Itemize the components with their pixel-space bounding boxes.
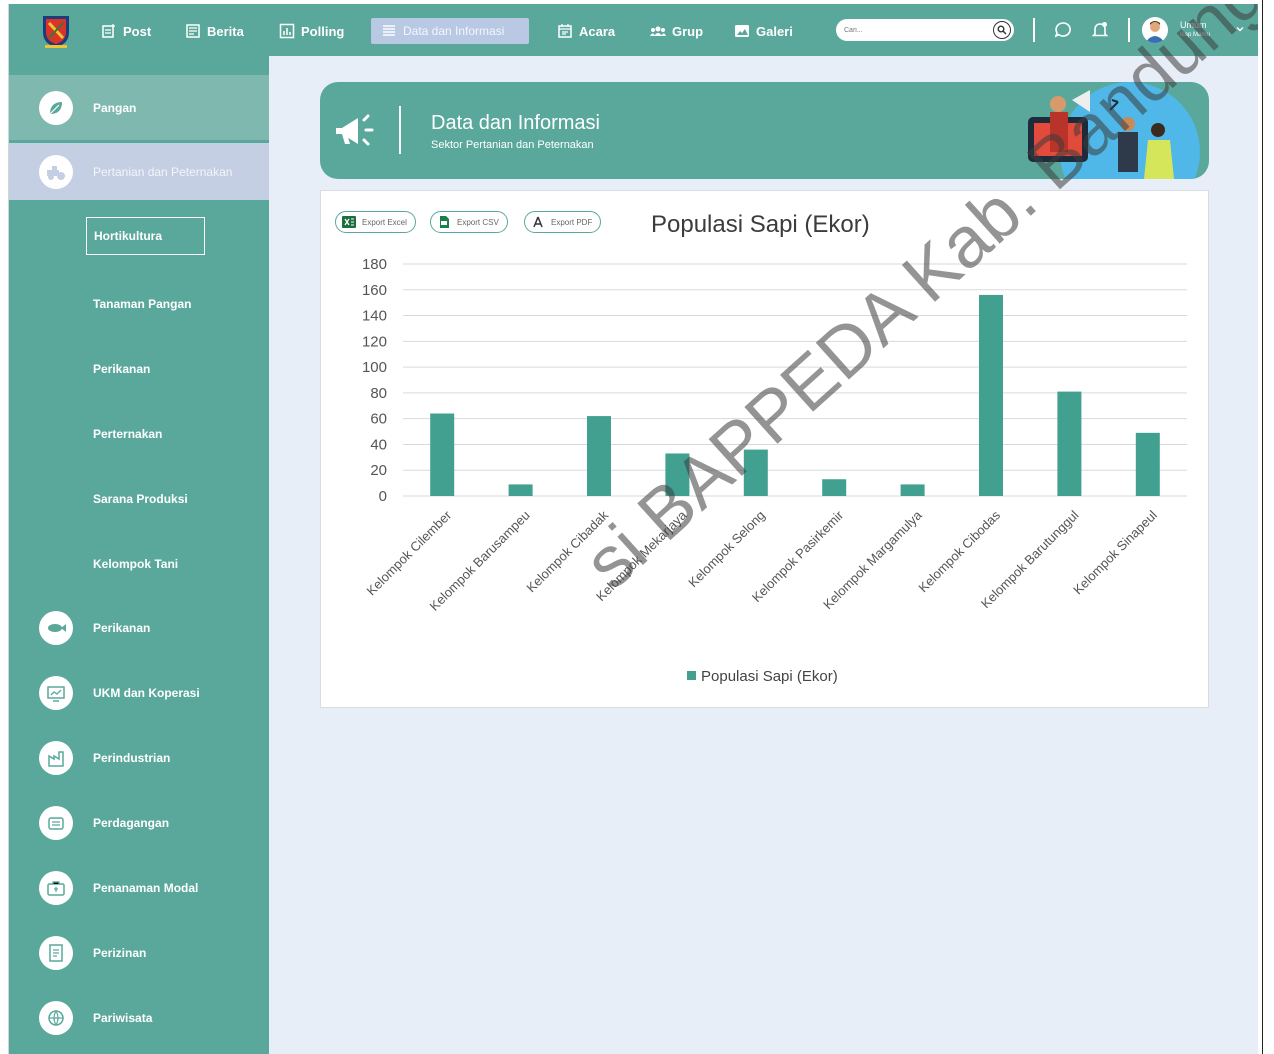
nav-berita[interactable]: Berita [185, 18, 244, 44]
page-title: Data dan Informasi [431, 112, 600, 134]
leaf-icon [39, 90, 73, 125]
nav-label: Polling [301, 23, 345, 39]
sidebar-item-label: Perikanan [93, 620, 151, 635]
nav-post[interactable]: Post [101, 18, 151, 44]
sidebar-item-label: Penanaman Modal [93, 880, 199, 895]
nav-label: Post [123, 23, 152, 39]
y-tick-label: 160 [362, 282, 387, 299]
x-tick-label: Kelompok Cilember [364, 507, 455, 598]
nav-label: Acara [579, 23, 616, 39]
y-tick-label: 0 [379, 488, 387, 505]
subitem-label: Kelompok Tani [93, 557, 179, 571]
subitem-label: Hortikultura [94, 229, 163, 243]
search-button[interactable] [993, 21, 1011, 39]
chat-icon[interactable] [1053, 20, 1073, 40]
fish-icon [39, 610, 73, 645]
sidebar-item-perikanan[interactable]: Perikanan [9, 595, 269, 660]
sidebar-item-label: Pariwisata [93, 1010, 153, 1025]
sidebar-item-label: Pangan [93, 100, 137, 115]
y-tick-label: 180 [362, 256, 387, 273]
bar [822, 479, 847, 496]
sidebar-item-perindustrian[interactable]: Perindustrian [9, 725, 269, 790]
window-edge [1262, 0, 1274, 1054]
y-tick-label: 140 [362, 308, 387, 325]
nav-label: Galeri [756, 23, 793, 39]
sidebar-item-label: Perdagangan [93, 815, 170, 830]
subitem-perikanan[interactable]: Perikanan [93, 362, 150, 376]
permit-icon [39, 935, 73, 970]
divider [1033, 18, 1035, 42]
sidebar-item-perizinan[interactable]: Perizinan [9, 920, 269, 985]
y-tick-label: 20 [370, 462, 387, 479]
y-tick-label: 100 [362, 359, 387, 376]
y-tick-label: 80 [370, 385, 387, 402]
x-tick-label: Kelompok Cibodas [915, 507, 1003, 595]
nav-label: Berita [207, 23, 244, 39]
group-icon [650, 26, 666, 36]
regency-logo-icon[interactable] [41, 14, 71, 48]
factory-icon [39, 740, 73, 775]
sidebar-item-pertanian[interactable]: Pertanian dan Peternakan [9, 143, 269, 200]
sidebar: Pangan Pertanian dan Peternakan Hortikul… [9, 56, 269, 1054]
nav-grup[interactable]: Grup [650, 18, 703, 44]
sidebar-item-label: UKM dan Koperasi [93, 685, 200, 700]
nav-label: Data dan Informasi [403, 24, 505, 38]
nav-label: Grup [672, 23, 704, 39]
search-box[interactable] [836, 19, 1014, 41]
subitem-hortikultura[interactable]: Hortikultura [86, 217, 205, 255]
poll-icon [279, 23, 295, 39]
farm-icon [39, 154, 73, 189]
post-icon [102, 24, 115, 38]
calendar-icon [558, 24, 572, 38]
bar [587, 416, 611, 496]
nav-acara[interactable]: Acara [557, 18, 615, 44]
sidebar-item-perdagangan[interactable]: Perdagangan [9, 790, 269, 855]
news-icon [186, 24, 200, 38]
investment-icon [39, 870, 73, 905]
subitem-sarana-produksi[interactable]: Sarana Produksi [93, 492, 188, 506]
subitem-label: Perternakan [93, 427, 163, 441]
page-subtitle: Sektor Pertanian dan Peternakan [431, 139, 594, 151]
y-tick-label: 120 [362, 333, 387, 350]
banner-divider [399, 106, 401, 154]
sidebar-item-penanaman-modal[interactable]: Penanaman Modal [9, 855, 269, 920]
nav-data-dan-informasi[interactable]: Data dan Informasi [371, 18, 529, 44]
subitem-label: Tanaman Pangan [93, 297, 192, 311]
ukm-icon [39, 675, 73, 710]
sidebar-item-pariwisata[interactable]: Pariwisata [9, 985, 269, 1050]
bar [900, 484, 925, 496]
sidebar-item-label: Perizinan [93, 945, 147, 960]
bar [1135, 432, 1160, 496]
search-icon [997, 25, 1007, 35]
bar [979, 294, 1003, 496]
top-navbar: Post Berita Polling Data dan Informasi A… [9, 4, 1258, 56]
x-tick-label: Kelompok Sinapeul [1070, 507, 1160, 597]
notification-icon[interactable] [1090, 20, 1110, 40]
sidebar-item-label: Perindustrian [93, 750, 171, 765]
bar [430, 413, 455, 496]
search-input[interactable] [844, 26, 984, 34]
tourism-icon [39, 1000, 73, 1035]
legend-swatch [687, 671, 696, 680]
sidebar-item-pangan[interactable]: Pangan [9, 75, 269, 140]
subitem-kelompok-tani[interactable]: Kelompok Tani [93, 557, 178, 571]
subitem-label: Perikanan [93, 362, 151, 376]
legend-label: Populasi Sapi (Ekor) [701, 668, 838, 685]
y-tick-label: 60 [370, 411, 387, 428]
sidebar-item-label: Pertanian dan Peternakan [93, 164, 233, 179]
y-tick-label: 40 [370, 436, 387, 453]
bar [508, 484, 533, 496]
app-window: Post Berita Polling Data dan Informasi A… [8, 4, 1258, 1054]
gallery-icon [735, 25, 749, 37]
subitem-tanaman-pangan[interactable]: Tanaman Pangan [93, 297, 191, 311]
nav-polling[interactable]: Polling [279, 18, 344, 44]
trade-icon [39, 805, 73, 840]
megaphone-icon [336, 114, 374, 146]
data-icon [383, 25, 395, 36]
subitem-perternakan[interactable]: Perternakan [93, 427, 162, 441]
sidebar-item-ukm[interactable]: UKM dan Koperasi [9, 660, 269, 725]
nav-galeri[interactable]: Galeri [734, 18, 793, 44]
bar [1057, 391, 1082, 496]
subitem-label: Sarana Produksi [93, 492, 188, 506]
